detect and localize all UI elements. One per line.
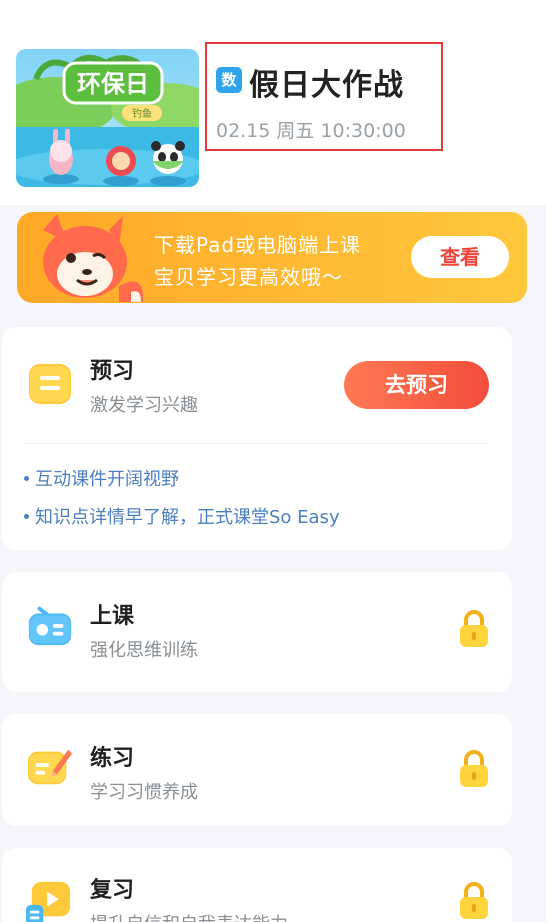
lesson-header: 环保日 钓鱼 数 假日大作战 02.15 周五 10:30:00 — [0, 0, 546, 205]
view-button[interactable]: 查看 — [411, 236, 509, 278]
preview-bullet-2-text: 知识点详情早了解，正式课堂So Easy — [35, 507, 340, 528]
banner-text-line1: 下载Pad或电脑端上课 — [154, 233, 362, 257]
cover-title-text: 环保日 — [77, 70, 149, 98]
lesson-cover-image[interactable]: 环保日 钓鱼 — [16, 49, 199, 187]
lock-icon — [460, 882, 488, 919]
subject-badge: 数 — [216, 67, 242, 93]
class-card[interactable]: 上课 强化思维训练 — [2, 572, 512, 692]
preview-notebook-icon — [29, 364, 71, 404]
review-book-icon — [26, 881, 71, 922]
review-title: 复习 — [90, 878, 135, 903]
practice-subtitle: 学习习惯养成 — [90, 782, 198, 803]
practice-card[interactable]: 练习 学习习惯养成 — [2, 714, 512, 826]
preview-bullet-2: 知识点详情早了解，正式课堂So Easy — [24, 503, 340, 529]
practice-title: 练习 — [90, 746, 135, 771]
divider — [26, 443, 488, 444]
lesson-title: 假日大作战 — [249, 68, 404, 103]
review-card[interactable]: 复习 提升自信和自我表达能力 — [2, 848, 512, 922]
practice-pencil-icon — [27, 749, 73, 785]
class-title: 上课 — [90, 604, 135, 629]
banner-text-line2: 宝贝学习更高效哦～ — [154, 265, 343, 289]
lock-icon — [460, 750, 488, 787]
preview-card[interactable]: 预习 激发学习兴趣 去预习 互动课件开阔视野 知识点详情早了解，正式课堂So E… — [2, 327, 512, 550]
class-subtitle: 强化思维训练 — [90, 640, 198, 661]
bullet-dot — [24, 475, 29, 481]
go-preview-button[interactable]: 去预习 — [344, 361, 489, 409]
lesson-time: 02.15 周五 10:30:00 — [216, 120, 406, 142]
preview-subtitle: 激发学习兴趣 — [90, 395, 198, 416]
fox-mascot-icon — [43, 214, 144, 302]
class-radio-icon — [28, 606, 72, 646]
preview-bullet-1: 互动课件开阔视野 — [24, 465, 179, 491]
preview-title: 预习 — [90, 359, 135, 384]
cover-badge-text: 钓鱼 — [132, 107, 152, 120]
preview-bullet-1-text: 互动课件开阔视野 — [35, 469, 179, 490]
lock-icon — [460, 610, 488, 647]
bullet-dot — [24, 513, 29, 519]
review-subtitle: 提升自信和自我表达能力 — [90, 910, 288, 922]
download-banner[interactable]: 下载Pad或电脑端上课 宝贝学习更高效哦～ 查看 — [17, 212, 527, 303]
